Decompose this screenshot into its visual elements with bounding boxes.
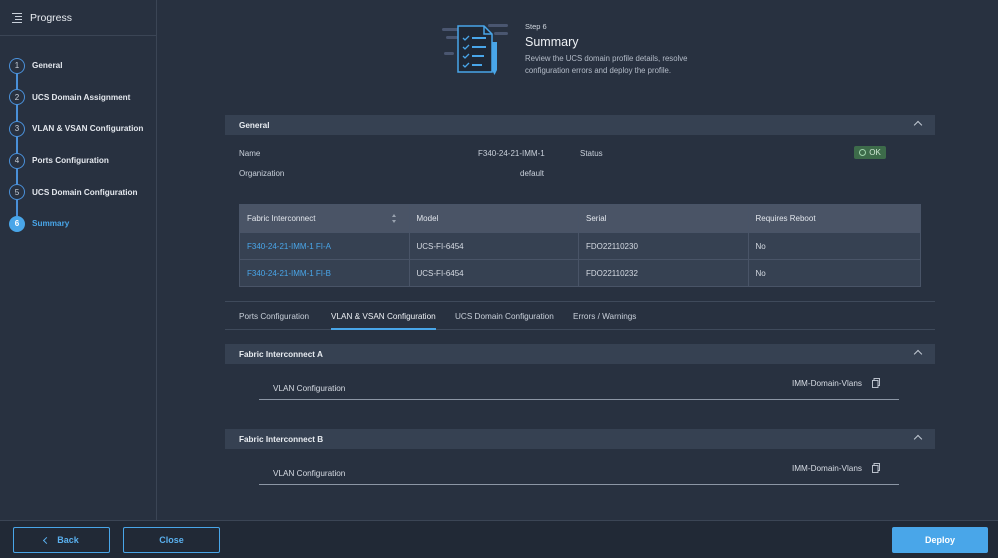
fabric-b-vlan-row: VLAN Configuration IMM-Domain-Vlans [259, 459, 899, 485]
status-badge: OK [854, 146, 886, 159]
progress-sidebar: Progress 1 General 2 UCS Domain Assignme… [0, 0, 157, 520]
tab-ucs-domain-configuration[interactable]: UCS Domain Configuration [455, 302, 554, 330]
general-section-header[interactable]: General [225, 115, 935, 135]
main-content: Step 6 Summary Review the UCS domain pro… [157, 0, 998, 520]
chevron-up-icon[interactable] [913, 120, 923, 130]
table-cell: No [755, 241, 766, 251]
step-header: Step 6 Summary Review the UCS domain pro… [442, 18, 762, 88]
table-cell: No [755, 268, 766, 278]
fabric-interconnect-a-header[interactable]: Fabric Interconnect A [225, 344, 935, 364]
table-cell: UCS-FI-6454 [410, 233, 579, 259]
fi-a-link[interactable]: F340-24-21-IMM-1 FI-A [247, 242, 331, 251]
name-value: F340-24-21-IMM-1 [478, 149, 545, 158]
sidebar-title: Progress [30, 11, 73, 24]
vlan-configuration-value: IMM-Domain-Vlans [791, 464, 862, 473]
copy-icon[interactable] [872, 378, 880, 388]
step-label: VLAN & VSAN Configuration [32, 124, 144, 134]
status-value: OK [869, 148, 881, 157]
section-title: Fabric Interconnect B [239, 434, 324, 444]
name-label: Name [239, 149, 261, 158]
table-row: F340-24-21-IMM-1 FI-B UCS-FI-6454 FDO221… [240, 259, 920, 286]
summary-tabs: Ports Configuration VLAN & VSAN Configur… [225, 301, 935, 330]
vlan-configuration-label: VLAN Configuration [273, 384, 346, 393]
step-number: 2 [9, 89, 25, 106]
step-header-text: Step 6 Summary Review the UCS domain pro… [525, 22, 725, 77]
wizard-footer: Back Close Deploy [0, 520, 998, 558]
chevron-left-icon [43, 536, 51, 544]
status-label: Status [580, 149, 603, 158]
table-row: F340-24-21-IMM-1 FI-A UCS-FI-6454 FDO221… [240, 232, 920, 259]
step-label: UCS Domain Configuration [32, 187, 138, 197]
chevron-up-icon[interactable] [913, 349, 923, 359]
tab-vlan-vsan-configuration[interactable]: VLAN & VSAN Configuration [331, 302, 436, 330]
step-number: 4 [9, 152, 25, 169]
sidebar-header: Progress [0, 0, 156, 36]
step-label: Summary [32, 219, 70, 229]
chevron-up-icon[interactable] [913, 434, 923, 444]
fi-b-link[interactable]: F340-24-21-IMM-1 FI-B [247, 269, 331, 278]
step-label: Ports Configuration [32, 156, 109, 166]
menu-collapse-icon[interactable] [12, 13, 22, 23]
fabric-a-vlan-row: VLAN Configuration IMM-Domain-Vlans [259, 374, 899, 400]
organization-value: default [520, 169, 545, 178]
table-cell: FDO22110232 [579, 260, 749, 286]
column-header-fabric-interconnect[interactable]: Fabric Interconnect [240, 205, 410, 232]
column-header-serial[interactable]: Serial [579, 205, 749, 232]
step-general[interactable]: 1 General [0, 50, 156, 82]
table-cell: FDO22110230 [579, 233, 749, 259]
tab-errors-warnings[interactable]: Errors / Warnings [573, 302, 636, 330]
fabric-interconnect-table: Fabric Interconnect Model Serial Require… [239, 204, 921, 287]
section-title: General [239, 120, 270, 130]
step-ports-configuration[interactable]: 4 Ports Configuration [0, 145, 156, 177]
copy-icon[interactable] [872, 463, 880, 473]
step-number: 1 [9, 57, 25, 74]
step-summary[interactable]: 6 Summary [0, 208, 156, 240]
back-button[interactable]: Back [13, 527, 110, 553]
table-cell: UCS-FI-6454 [410, 260, 579, 286]
check-circle-icon [859, 149, 867, 156]
page-title: Summary [525, 35, 579, 49]
step-list: 1 General 2 UCS Domain Assignment 3 VLAN… [0, 36, 156, 240]
sort-icon[interactable] [391, 214, 397, 224]
step-ucs-domain-configuration[interactable]: 5 UCS Domain Configuration [0, 176, 156, 208]
page-description: Review the UCS domain profile details, r… [525, 54, 688, 75]
fabric-interconnect-b-header[interactable]: Fabric Interconnect B [225, 429, 935, 449]
table-header: Fabric Interconnect Model Serial Require… [240, 205, 920, 232]
step-label: General [32, 61, 63, 71]
step-number: 5 [9, 184, 25, 201]
step-number: 3 [9, 120, 25, 137]
close-button[interactable]: Close [123, 527, 220, 553]
vlan-configuration-value: IMM-Domain-Vlans [791, 379, 862, 388]
column-header-model[interactable]: Model [410, 205, 579, 232]
section-title: Fabric Interconnect A [239, 349, 323, 359]
vlan-configuration-label: VLAN Configuration [273, 469, 346, 478]
organization-label: Organization [239, 169, 285, 178]
step-vlan-vsan-configuration[interactable]: 3 VLAN & VSAN Configuration [0, 113, 156, 145]
checklist-document-icon [442, 24, 508, 75]
tab-ports-configuration[interactable]: Ports Configuration [239, 302, 309, 330]
step-ucs-domain-assignment[interactable]: 2 UCS Domain Assignment [0, 82, 156, 114]
column-header-requires-reboot[interactable]: Requires Reboot [749, 205, 921, 232]
step-number: 6 [9, 215, 25, 232]
step-number-label: Step 6 [525, 22, 547, 31]
step-label: UCS Domain Assignment [32, 92, 131, 102]
deploy-button[interactable]: Deploy [892, 527, 988, 553]
